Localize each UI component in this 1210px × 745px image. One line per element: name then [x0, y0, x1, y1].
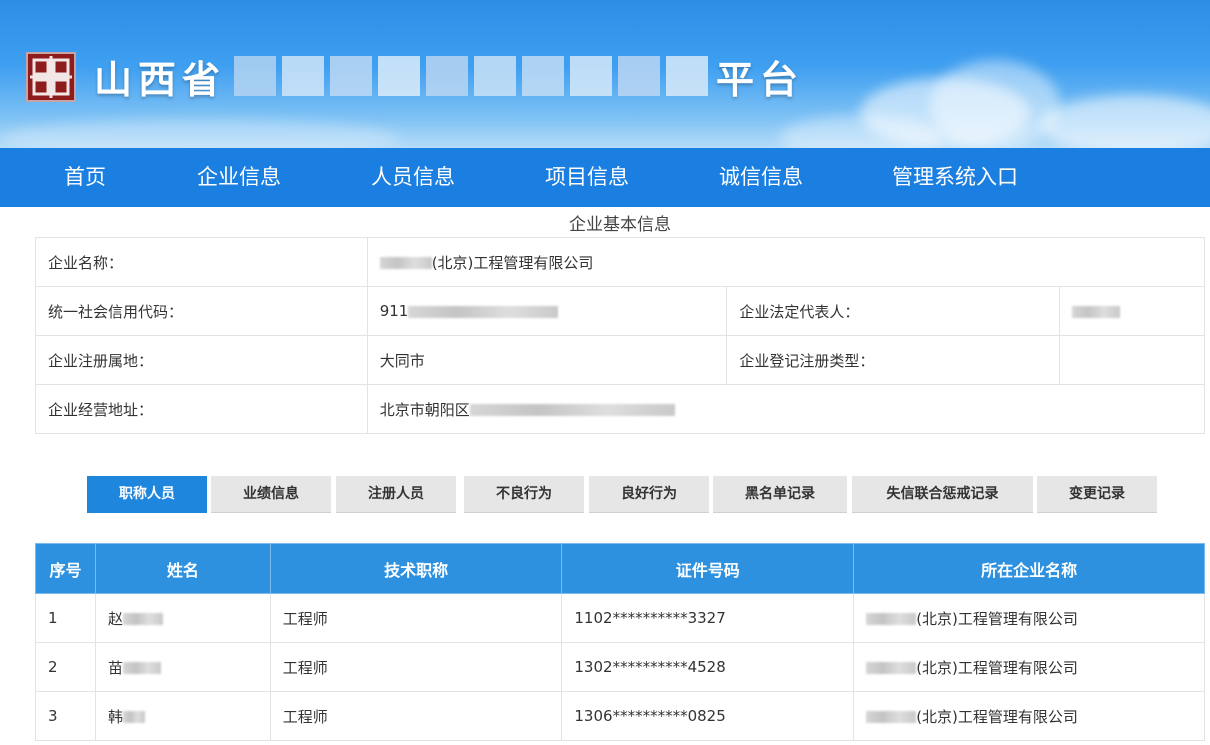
basic-info-title: 企业基本信息	[569, 215, 671, 235]
row-index: 1	[35, 593, 96, 643]
info-label: 统一社会信用代码：	[35, 286, 368, 336]
cloud-decoration	[930, 60, 1060, 148]
staff-company-cell: (北京)工程管理有限公司	[853, 691, 1205, 741]
tab-good-behavior[interactable]: 良好行为	[589, 476, 709, 513]
staff-title: 工程师	[269, 642, 563, 692]
info-row-registration: 企业注册属地： 大同市 企业登记注册类型：	[35, 335, 1205, 385]
credit-code-cell: 911	[366, 286, 728, 336]
nav-project-info[interactable]: 项目信息	[545, 148, 629, 207]
staff-company: (北京)工程管理有限公司	[916, 707, 1078, 726]
legal-rep-cell	[1059, 286, 1205, 336]
nav-personnel-info[interactable]: 人员信息	[371, 148, 455, 207]
staff-title: 工程师	[269, 691, 563, 741]
site-title-end: 平台	[716, 57, 805, 102]
info-label: 企业登记注册类型：	[726, 335, 1061, 385]
cloud-decoration	[0, 118, 400, 148]
staff-name: 赵	[107, 609, 123, 628]
column-header: 技术职称	[269, 543, 563, 594]
credit-code-value: 911	[379, 302, 409, 320]
staff-name-cell: 苗	[94, 642, 271, 692]
staff-company-cell: (北京)工程管理有限公司	[853, 642, 1205, 692]
staff-company-cell: (北京)工程管理有限公司	[853, 593, 1205, 643]
column-header: 证件号码	[561, 543, 855, 594]
site-title: 山西省 平台	[94, 48, 804, 104]
nav-enterprise-info[interactable]: 企业信息	[197, 148, 281, 207]
basic-info-table: 企业名称： (北京)工程管理有限公司 统一社会信用代码： 911 企业法定代表人…	[35, 237, 1206, 434]
nav-home[interactable]: 首页	[64, 148, 106, 207]
company-name-cell: (北京)工程管理有限公司	[366, 237, 1206, 287]
redacted-text	[122, 662, 161, 674]
staff-id-number: 1102**********3327	[561, 593, 855, 643]
redacted-text	[408, 305, 559, 318]
table-row: 2 苗 工程师 1302**********4528 (北京)工程管理有限公司	[35, 642, 1205, 692]
staff-id-number: 1302**********4528	[561, 642, 855, 692]
staff-id-number: 1306**********0825	[561, 691, 855, 741]
column-header: 姓名	[94, 543, 271, 594]
staff-title: 工程师	[269, 593, 563, 643]
column-header: 所在企业名称	[853, 543, 1205, 594]
staff-table: 序号 姓名 技术职称 证件号码 所在企业名称 1 赵 工程师 1102*****…	[35, 543, 1205, 741]
row-index: 2	[35, 642, 96, 692]
info-label: 企业法定代表人：	[726, 286, 1061, 336]
redacted-text	[122, 711, 145, 723]
address-value: 北京市朝阳区	[379, 400, 470, 419]
staff-company: (北京)工程管理有限公司	[916, 609, 1078, 628]
site-title-start: 山西省	[94, 57, 227, 102]
site-title-redacted	[234, 56, 709, 96]
nav-credit-info[interactable]: 诚信信息	[719, 148, 803, 207]
redacted-text	[379, 257, 432, 269]
tab-bad-behavior[interactable]: 不良行为	[464, 476, 584, 513]
redacted-text	[122, 613, 163, 625]
column-header: 序号	[35, 543, 96, 594]
info-label: 企业经营地址：	[35, 384, 368, 434]
redacted-text	[469, 404, 675, 416]
tab-joint-punishment[interactable]: 失信联合惩戒记录	[852, 476, 1033, 513]
header-banner: 山西省 平台	[0, 0, 1210, 148]
table-header-row: 序号 姓名 技术职称 证件号码 所在企业名称	[35, 543, 1205, 594]
redacted-text	[866, 662, 917, 674]
registration-type-value	[1059, 335, 1205, 385]
nav-admin-entry[interactable]: 管理系统入口	[892, 148, 1018, 207]
staff-company: (北京)工程管理有限公司	[916, 658, 1078, 677]
address-cell: 北京市朝阳区	[366, 384, 1206, 434]
tab-titled-staff[interactable]: 职称人员	[87, 476, 207, 513]
tab-blacklist[interactable]: 黑名单记录	[713, 476, 847, 513]
tab-registered-staff[interactable]: 注册人员	[336, 476, 456, 513]
info-label: 企业注册属地：	[35, 335, 368, 385]
registered-place-value: 大同市	[366, 335, 728, 385]
tab-performance[interactable]: 业绩信息	[211, 476, 331, 513]
staff-name: 苗	[107, 658, 123, 677]
redacted-text	[866, 711, 917, 723]
staff-name: 韩	[107, 707, 123, 726]
seal-logo-icon	[26, 52, 76, 102]
cloud-decoration	[1040, 95, 1210, 148]
redacted-text	[866, 613, 917, 625]
tab-change-records[interactable]: 变更记录	[1037, 476, 1157, 513]
info-row-name: 企业名称： (北京)工程管理有限公司	[35, 237, 1206, 287]
table-row: 3 韩 工程师 1306**********0825 (北京)工程管理有限公司	[35, 691, 1205, 741]
main-nav: 首页 企业信息 人员信息 项目信息 诚信信息 管理系统入口	[0, 148, 1210, 207]
staff-name-cell: 韩	[94, 691, 271, 741]
info-row-address: 企业经营地址： 北京市朝阳区	[35, 384, 1206, 434]
info-row-credit: 统一社会信用代码： 911 企业法定代表人：	[35, 286, 1205, 336]
table-row: 1 赵 工程师 1102**********3327 (北京)工程管理有限公司	[35, 593, 1205, 643]
redacted-text	[1072, 305, 1121, 318]
row-index: 3	[35, 691, 96, 741]
company-name-value: (北京)工程管理有限公司	[431, 253, 594, 272]
staff-name-cell: 赵	[94, 593, 271, 643]
info-label: 企业名称：	[35, 237, 368, 287]
